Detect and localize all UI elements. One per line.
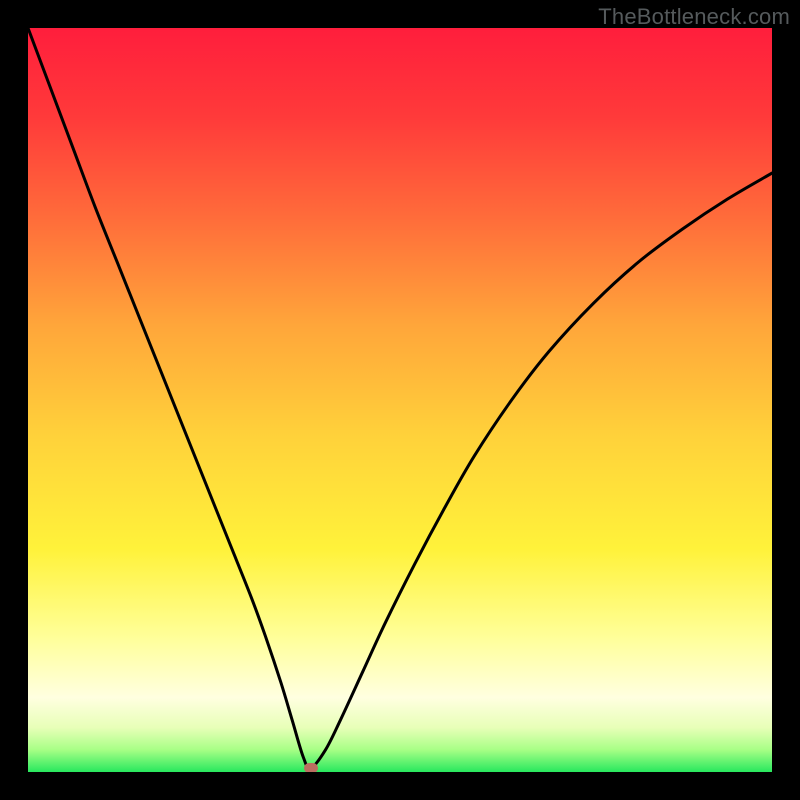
plot-area	[28, 28, 772, 772]
chart-frame: TheBottleneck.com	[0, 0, 800, 800]
minimum-marker	[304, 763, 318, 772]
watermark-text: TheBottleneck.com	[598, 4, 790, 30]
bottleneck-curve	[28, 28, 772, 772]
